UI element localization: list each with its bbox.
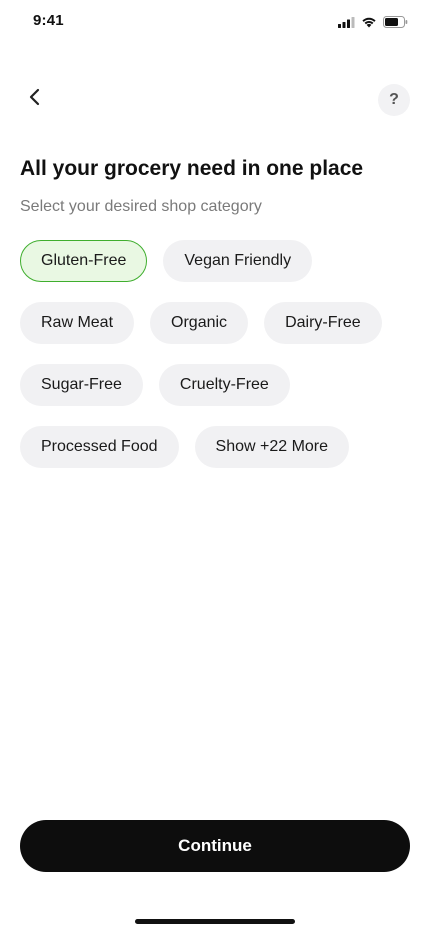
chevron-left-icon: [28, 88, 42, 111]
page-title: All your grocery need in one place: [20, 157, 364, 180]
category-chip-gluten-free[interactable]: Gluten-Free: [20, 240, 148, 282]
continue-label: Continue: [178, 836, 252, 855]
category-chip-cruelty-free[interactable]: Cruelty-Free: [158, 364, 290, 406]
home-indicator: [135, 919, 295, 924]
category-chip-organic[interactable]: Organic: [150, 302, 249, 344]
category-row: Processed Food Show +22 More: [20, 426, 350, 468]
wifi-icon: [361, 15, 377, 33]
category-chip-sugar-free[interactable]: Sugar-Free: [20, 364, 143, 406]
category-row: Sugar-Free Cruelty-Free: [20, 364, 290, 406]
status-icons: [338, 15, 408, 33]
category-chip-raw-meat[interactable]: Raw Meat: [20, 302, 135, 344]
show-more-chip[interactable]: Show +22 More: [194, 426, 350, 468]
category-chip-dairy-free[interactable]: Dairy-Free: [264, 302, 382, 344]
category-row: Raw Meat Organic Dairy-Free: [20, 302, 382, 344]
category-row: Gluten-Free Vegan Friendly: [20, 240, 313, 282]
back-button[interactable]: [18, 82, 52, 116]
category-chip-processed-food[interactable]: Processed Food: [20, 426, 179, 468]
battery-icon: [383, 15, 408, 33]
category-chip-vegan-friendly[interactable]: Vegan Friendly: [163, 240, 313, 282]
cellular-signal-icon: [338, 15, 355, 33]
continue-button[interactable]: Continue: [20, 820, 410, 872]
help-button[interactable]: ?: [378, 84, 410, 116]
page-subtitle: Select your desired shop category: [20, 198, 262, 215]
status-bar: 9:41: [0, 0, 430, 44]
help-icon: ?: [389, 91, 399, 108]
status-time: 9:41: [33, 12, 64, 29]
